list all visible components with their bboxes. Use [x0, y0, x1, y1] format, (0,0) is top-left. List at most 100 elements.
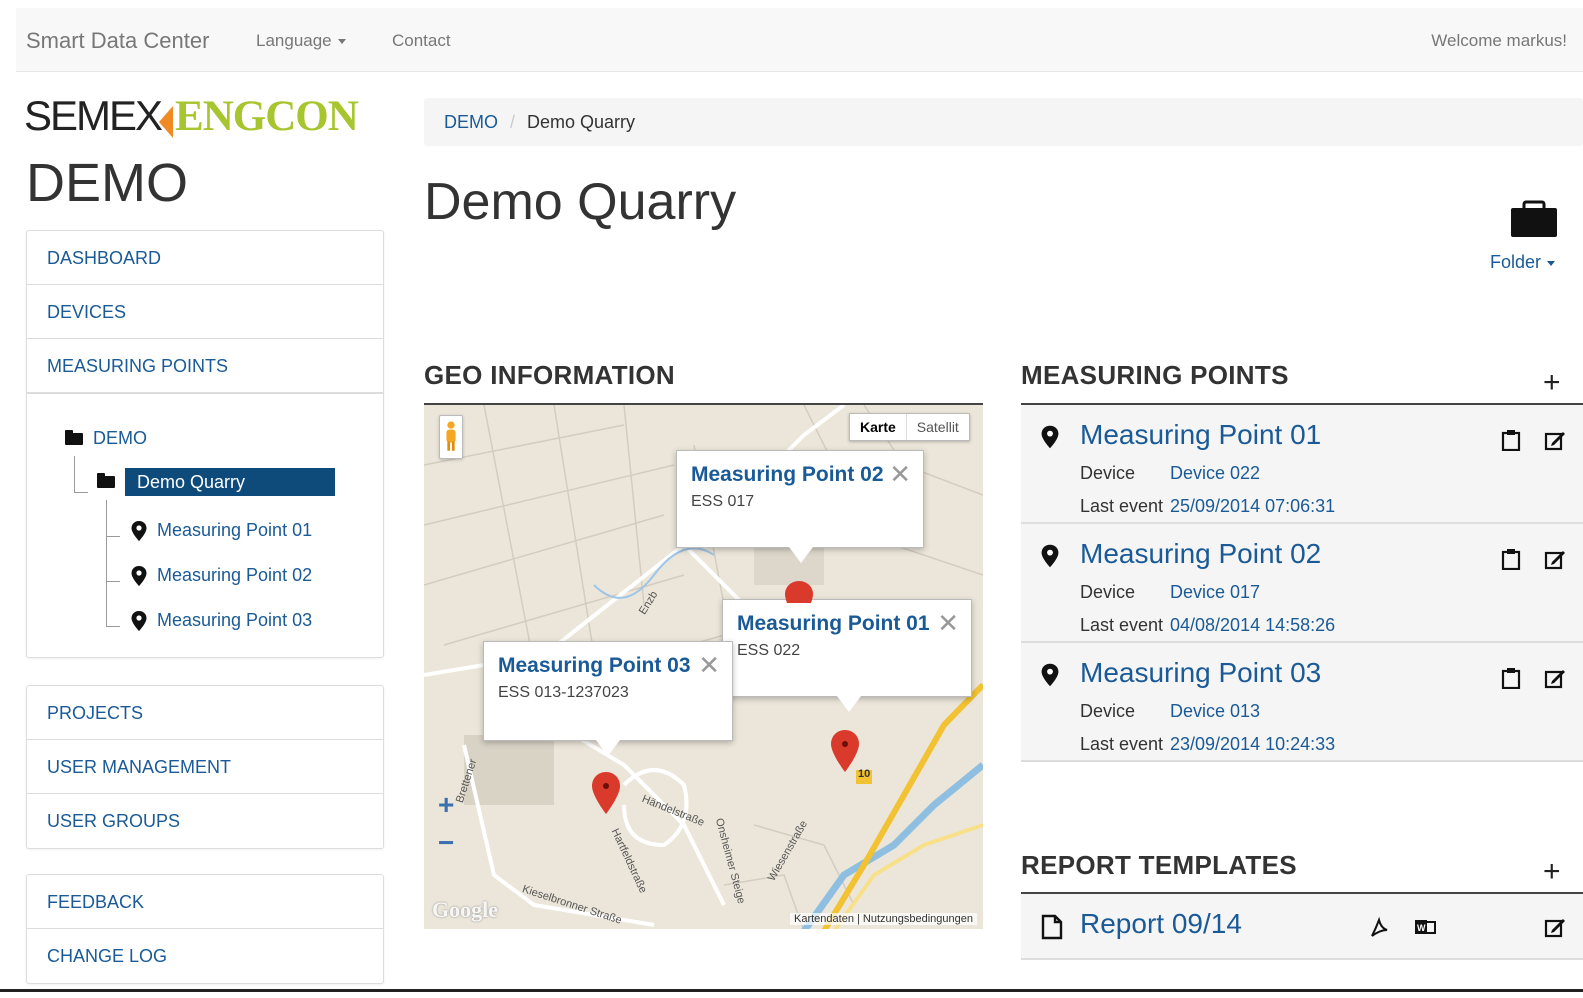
last-event-label: Last event: [1080, 734, 1164, 754]
info-window-title: Measuring Point 01: [737, 612, 930, 635]
clipboard-icon[interactable]: [1500, 667, 1522, 689]
tree-node-measuring-point[interactable]: Measuring Point 02: [131, 565, 312, 586]
logo-triangle-icon: [159, 105, 174, 138]
tree-node-label: Measuring Point 02: [157, 565, 313, 585]
clipboard-icon[interactable]: [1500, 548, 1522, 570]
tree-node-label: DEMO: [93, 428, 147, 448]
logo-engcon: ENGCON: [175, 93, 359, 140]
navbar-brand[interactable]: Smart Data Center: [26, 28, 209, 54]
street-view-pegman-icon[interactable]: [439, 415, 463, 459]
measuring-point-name-link[interactable]: Measuring Point 02: [1080, 538, 1321, 570]
close-icon[interactable]: ✕: [698, 652, 720, 678]
map-marker-point-01-icon[interactable]: [830, 730, 860, 772]
folder-dropdown[interactable]: Folder: [1490, 252, 1556, 273]
logo-semex: SEMEX: [24, 92, 163, 139]
info-window-subtitle: ESS 022: [737, 642, 801, 659]
info-window-subtitle: ESS 013-1237023: [498, 684, 629, 701]
device-label: Device: [1080, 463, 1136, 483]
folder-dropdown-label: Folder: [1490, 252, 1542, 272]
map-marker-icon: [1041, 544, 1059, 568]
map-marker-icon: [131, 520, 147, 541]
company-logo: SEMEX ENGCON: [24, 92, 359, 140]
top-navbar: Smart Data Center Language Contact Welco…: [16, 8, 1583, 72]
folder-icon: [97, 473, 115, 488]
last-event-label: Last event: [1080, 615, 1164, 635]
info-window-subtitle: ESS 017: [691, 493, 755, 510]
chevron-down-icon: [1547, 260, 1556, 266]
zoom-out-button[interactable]: −: [438, 829, 454, 857]
tree-node-demo-quarry[interactable]: Demo Quarry: [97, 468, 336, 496]
edit-icon[interactable]: [1544, 548, 1566, 570]
map-marker-icon: [1041, 663, 1059, 687]
info-window-measuring-point-01: Measuring Point 01 ESS 022 ✕: [722, 599, 972, 712]
geo-map[interactable]: Enzb Brettener Händelstraße Hartfeldstra…: [424, 403, 983, 929]
measuring-points-list: Measuring Point 01 Device Device 022 Las…: [1021, 403, 1583, 762]
geo-information-heading: GEO INFORMATION: [424, 360, 676, 390]
tree-node-measuring-point[interactable]: Measuring Point 01: [131, 520, 312, 541]
tree-line: [106, 500, 107, 626]
tree-node-label-selected: Demo Quarry: [125, 468, 336, 496]
close-icon[interactable]: ✕: [889, 461, 911, 487]
breadcrumb: DEMO / Demo Quarry: [424, 98, 1583, 146]
tree-node-measuring-point[interactable]: Measuring Point 03: [131, 610, 312, 631]
add-measuring-point-button[interactable]: +: [1543, 368, 1561, 398]
last-event-value: 23/09/2014 10:24:33: [1170, 734, 1336, 754]
report-name-link[interactable]: Report 09/14: [1080, 908, 1242, 940]
tree-line: [106, 581, 120, 582]
contact-link[interactable]: Contact: [392, 31, 451, 51]
measuring-point-name-link[interactable]: Measuring Point 03: [1080, 657, 1321, 689]
sidebar-admin-panel: PROJECTS USER MANAGEMENT USER GROUPS: [26, 685, 384, 849]
word-document-icon[interactable]: W: [1414, 916, 1436, 938]
document-icon: [1041, 914, 1063, 940]
zoom-in-button[interactable]: +: [438, 791, 454, 819]
pdf-icon[interactable]: [1368, 916, 1390, 938]
map-type-satellite-button[interactable]: Satellit: [907, 414, 969, 440]
tree-line: [74, 456, 75, 492]
device-link[interactable]: Device 017: [1170, 582, 1260, 603]
organization-title: DEMO: [26, 153, 188, 213]
info-window-measuring-point-03: Measuring Point 03 ESS 013-1237023 ✕: [483, 641, 733, 756]
tree-line: [106, 536, 120, 537]
info-window-title: Measuring Point 02: [691, 463, 884, 486]
sidebar-item-dashboard[interactable]: DASHBOARD: [27, 231, 383, 285]
add-report-template-button[interactable]: +: [1543, 857, 1561, 887]
tree-line: [106, 626, 120, 627]
map-marker-point-02-icon[interactable]: [784, 581, 814, 603]
list-item: Measuring Point 03 Device Device 013 Las…: [1021, 643, 1583, 762]
tree-line: [74, 492, 88, 493]
close-icon[interactable]: ✕: [937, 610, 959, 636]
measuring-point-name-link[interactable]: Measuring Point 01: [1080, 419, 1321, 451]
sidebar-item-measuring-points[interactable]: MEASURING POINTS: [27, 339, 383, 393]
map-attribution[interactable]: Kartendaten | Nutzungsbedingungen: [790, 913, 977, 925]
device-link[interactable]: Device 022: [1170, 463, 1260, 484]
info-window-measuring-point-02: Measuring Point 02 ESS 017 ✕: [676, 450, 924, 563]
tree-node-demo[interactable]: DEMO: [65, 428, 147, 449]
report-templates-heading: REPORT TEMPLATES: [1021, 850, 1297, 880]
edit-icon[interactable]: [1544, 429, 1566, 451]
sidebar-item-user-management[interactable]: USER MANAGEMENT: [27, 740, 383, 794]
google-watermark: Google: [432, 897, 498, 922]
language-dropdown[interactable]: Language: [256, 31, 346, 51]
edit-icon[interactable]: [1544, 916, 1566, 938]
map-type-map-button[interactable]: Karte: [850, 414, 907, 440]
sidebar-item-devices[interactable]: DEVICES: [27, 285, 383, 339]
clipboard-icon[interactable]: [1500, 429, 1522, 451]
last-event-label: Last event: [1080, 496, 1164, 516]
list-item: Report 09/14 W: [1021, 894, 1583, 960]
svg-text:W: W: [1417, 923, 1426, 933]
sidebar-item-change-log[interactable]: CHANGE LOG: [27, 929, 383, 983]
map-marker-icon: [1041, 425, 1059, 449]
map-marker-icon: [131, 565, 147, 586]
device-label: Device: [1080, 701, 1136, 721]
measuring-points-heading: MEASURING POINTS: [1021, 360, 1289, 390]
folder-tree: DEMO Demo Quarry Measuring Point 01 Meas…: [27, 393, 383, 657]
sidebar-item-projects[interactable]: PROJECTS: [27, 686, 383, 740]
sidebar-item-user-groups[interactable]: USER GROUPS: [27, 794, 383, 848]
map-marker-point-03-icon[interactable]: [591, 772, 621, 814]
breadcrumb-root-link[interactable]: DEMO: [444, 112, 498, 132]
edit-icon[interactable]: [1544, 667, 1566, 689]
map-type-control: Karte Satellit: [849, 413, 970, 441]
device-link[interactable]: Device 013: [1170, 701, 1260, 722]
sidebar-item-feedback[interactable]: FEEDBACK: [27, 875, 383, 929]
report-templates-list: Report 09/14 W: [1021, 892, 1583, 960]
